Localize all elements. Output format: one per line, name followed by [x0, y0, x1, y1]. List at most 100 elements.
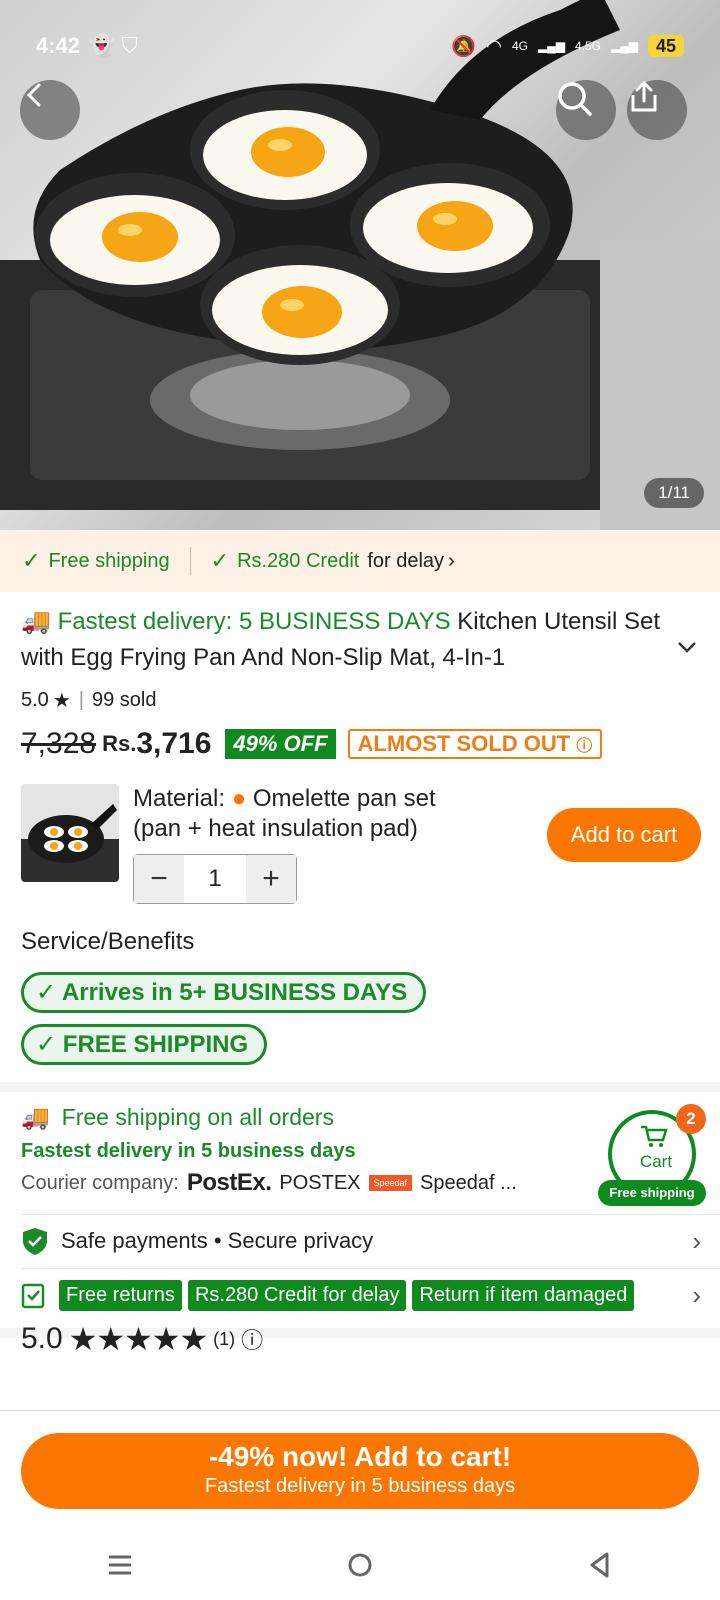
help-icon: ⓘ — [576, 738, 593, 755]
signal-icon: ▂▄▆ — [538, 39, 565, 53]
check-icon: ✓ — [36, 1031, 57, 1058]
home-icon[interactable] — [346, 1551, 374, 1579]
plus-icon: + — [262, 862, 280, 895]
review-summary[interactable]: 5.0 ★★★★★ (1) ⓘ — [21, 1320, 263, 1358]
chevron-right-icon: › — [692, 1279, 701, 1310]
back-button[interactable] — [20, 80, 80, 140]
credit-suffix: for delay — [367, 549, 445, 572]
fastest-delivery-label: Fastest delivery: 5 BUSINESS DAYS — [57, 608, 451, 635]
variant-label: Material: — [133, 785, 226, 812]
review-score: 5.0 — [21, 1322, 63, 1355]
speedaf-logo: Speedaf — [368, 1175, 413, 1191]
variant-value-line2: (pan + heat insulation pad) — [133, 815, 418, 842]
shipping-line1: Free shipping on all orders — [61, 1103, 334, 1130]
system-nav-bar — [0, 1530, 720, 1600]
return-icon — [21, 1283, 45, 1309]
variant-thumbnail[interactable] — [21, 784, 119, 882]
star-icon: ★ — [52, 690, 71, 712]
variant-description: Material: ● Omelette pan set (pan + heat… — [133, 784, 513, 844]
battery-indicator: 45 — [647, 35, 684, 57]
status-bar: 4:42 👻 ⛉ 🔕 ◠ 4G ▂▄▆ 4.5G ▂▄▆ 45 — [36, 30, 684, 62]
menu-icon[interactable] — [106, 1553, 134, 1577]
pan-thumbnail-image — [21, 784, 119, 882]
delivery-truck-icon: 🚚 — [21, 1103, 50, 1130]
cart-count-badge: 2 — [676, 1104, 706, 1134]
search-icon — [558, 82, 592, 116]
check-icon: ✓ — [36, 979, 57, 1006]
check-icon: ✓ — [210, 548, 230, 573]
return-tags: Free returns Rs.280 Credit for delay Ret… — [59, 1279, 679, 1311]
product-image-gallery[interactable]: 4:42 👻 ⛉ 🔕 ◠ 4G ▂▄▆ 4.5G ▂▄▆ 45 1/11 — [0, 0, 720, 530]
variant-selector: Material: ● Omelette pan set (pan + heat… — [21, 784, 701, 904]
network-label-1: 4G — [512, 39, 529, 53]
safe-payments-label: Safe payments • Secure privacy — [61, 1228, 374, 1253]
original-price: 7,328 — [21, 727, 97, 760]
benefit-strip[interactable]: ✓ Free shipping ✓ Rs.280 Credit for dela… — [0, 530, 720, 592]
quantity-stepper: − 1 + — [133, 854, 297, 904]
service-pill-label: Arrives in 5+ BUSINESS DAYS — [61, 979, 408, 1006]
cta-line1: -49% now! Add to cart! — [208, 1441, 512, 1472]
variant-value-line1: Omelette pan set — [252, 785, 436, 812]
decrease-button[interactable]: − — [134, 855, 184, 903]
snapchat-icon: 👻 — [88, 33, 116, 58]
sold-count: 99 sold — [91, 689, 157, 711]
service-pill: ✓ Arrives in 5+ BUSINESS DAYS — [21, 972, 427, 1013]
free-shipping-label: Free shipping — [48, 549, 170, 572]
stock-badge-label: ALMOST SOLD OUT — [357, 731, 571, 756]
safe-payments-row[interactable]: Safe payments • Secure privacy › — [21, 1216, 701, 1266]
review-count: (1) — [213, 1328, 236, 1349]
divider — [0, 1410, 720, 1411]
rating-summary[interactable]: 5.0 ★ | 99 sold — [21, 688, 156, 713]
quantity-value[interactable]: 1 — [184, 855, 246, 903]
divider — [189, 547, 191, 575]
product-photo — [0, 0, 720, 530]
floating-cart-button[interactable]: Cart 2 Free shipping — [598, 1104, 706, 1206]
chevron-down-icon[interactable] — [676, 640, 698, 654]
cart-free-shipping: Free shipping — [598, 1180, 706, 1206]
chevron-right-icon: › — [448, 549, 455, 572]
tag-credit: Rs.280 Credit for delay — [187, 1279, 407, 1311]
currency-label: Rs. — [102, 731, 137, 756]
wifi-icon: ◠ — [486, 35, 502, 56]
section-divider — [0, 1082, 720, 1092]
add-to-cart-cta-button[interactable]: -49% now! Add to cart! Fastest delivery … — [21, 1433, 699, 1509]
add-to-cart-button[interactable]: Add to cart — [547, 808, 701, 862]
credit-label: Rs.280 Credit — [237, 549, 360, 572]
current-price: 3,716 — [136, 727, 212, 760]
chevron-right-icon: › — [692, 1225, 701, 1256]
mute-icon: 🔕 — [451, 35, 477, 58]
fire-icon: ● — [231, 785, 247, 812]
delivery-truck-icon: 🚚 — [21, 608, 51, 635]
divider — [21, 1214, 720, 1215]
rating-value: 5.0 — [21, 689, 49, 711]
increase-button[interactable]: + — [246, 855, 296, 903]
divider — [21, 1268, 720, 1269]
courier-name-1: POSTEX — [279, 1171, 361, 1194]
service-pill: ✓ FREE SHIPPING — [21, 1024, 268, 1065]
discount-badge: 49% OFF — [225, 729, 336, 759]
stock-badge[interactable]: ALMOST SOLD OUT ⓘ — [347, 729, 603, 759]
service-pill-label: FREE SHIPPING — [62, 1031, 249, 1058]
postex-logo: PostEx. — [186, 1169, 272, 1196]
shield-icon: ⛉ — [121, 33, 138, 58]
signal-icon: ▂▄▆ — [611, 39, 638, 53]
back-icon[interactable] — [586, 1551, 614, 1579]
services-title: Service/Benefits — [21, 928, 195, 955]
courier-label: Courier company: — [21, 1171, 179, 1194]
cta-line2: Fastest delivery in 5 business days — [204, 1475, 516, 1497]
share-button[interactable] — [627, 80, 687, 140]
product-title[interactable]: 🚚 Fastest delivery: 5 BUSINESS DAYS Kitc… — [21, 604, 671, 676]
image-counter: 1/11 — [644, 478, 704, 508]
cart-icon — [641, 1125, 668, 1147]
share-icon — [631, 80, 657, 112]
tag-damaged: Return if item damaged — [412, 1279, 635, 1311]
divider: | — [78, 689, 84, 711]
tag-free-returns: Free returns — [59, 1279, 182, 1311]
search-button[interactable] — [556, 80, 616, 140]
help-icon[interactable]: ⓘ — [241, 1323, 263, 1355]
returns-row[interactable]: Free returns Rs.280 Credit for delay Ret… — [21, 1270, 701, 1320]
status-time: 4:42 — [36, 33, 81, 58]
cart-label: Cart — [639, 1152, 673, 1171]
shield-check-icon — [23, 1228, 47, 1255]
network-label-2: 4.5G — [574, 39, 601, 53]
